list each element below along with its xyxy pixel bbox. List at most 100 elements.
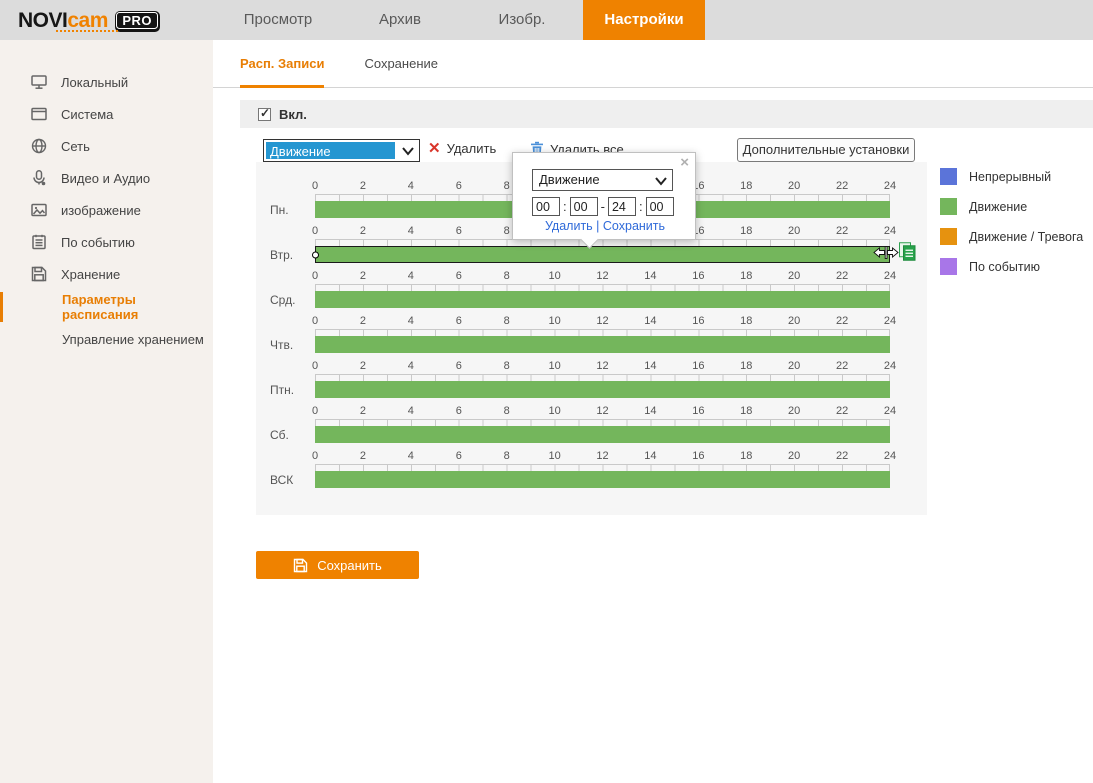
bar-left-handle[interactable] <box>312 251 319 258</box>
legend-row: По событию <box>940 258 1093 275</box>
hour-tick-label: 22 <box>835 315 849 327</box>
chevron-down-icon <box>402 147 414 156</box>
time-ruler: 024681012141618202224 <box>312 450 896 463</box>
tab-record-schedule[interactable]: Расп. Записи <box>240 40 325 88</box>
logo-tagline <box>56 30 118 32</box>
hour-tick-label: 20 <box>788 360 801 372</box>
hour-tick-label: 4 <box>407 450 414 462</box>
delete-label: Удалить <box>446 141 497 156</box>
hour-tick-label: 8 <box>503 450 510 462</box>
close-icon[interactable]: × <box>680 154 689 171</box>
hour-tick-label: 16 <box>692 450 705 462</box>
nav-item-settings[interactable]: Настройки <box>583 0 705 40</box>
schedule-bar[interactable] <box>315 291 890 308</box>
novicam-logo: NOVI cam PRO <box>18 6 160 36</box>
schedule-bar-selected[interactable] <box>312 241 916 263</box>
popup-save-link[interactable]: Сохранить <box>603 219 665 233</box>
legend-label: Непрерывный <box>969 169 1052 184</box>
sidebar-item-label: Сеть <box>61 138 90 154</box>
hour-tick-label: 20 <box>788 225 801 237</box>
hour-tick-label: 20 <box>788 270 801 282</box>
schedule-bar[interactable] <box>315 381 890 398</box>
sidebar-item-network[interactable]: Сеть <box>0 130 213 162</box>
hour-tick-label: 0 <box>311 315 319 327</box>
schedule-bar[interactable] <box>315 336 890 353</box>
sidebar-item-video-audio[interactable]: Видео и Аудио <box>0 162 213 194</box>
hour-tick-label: 6 <box>455 315 462 327</box>
day-label: Срд. <box>270 293 296 307</box>
nav-item-image[interactable]: Изобр. <box>461 0 583 40</box>
hour-tick-label: 18 <box>740 360 753 372</box>
legend-label: По событию <box>969 259 1040 274</box>
sidebar-subitem-schedule-params[interactable]: Параметры расписания <box>0 292 213 322</box>
hour-tick-label: 2 <box>359 225 366 237</box>
nav-item-archive[interactable]: Архив <box>339 0 461 40</box>
hour-tick-label: 4 <box>407 225 414 237</box>
hour-tick-label: 12 <box>596 405 609 417</box>
save-floppy-icon <box>293 558 308 572</box>
sidebar-item-image[interactable]: изображение <box>0 194 213 226</box>
record-type-legend: Непрерывный Движение Движение / Тревога … <box>940 168 1093 288</box>
hour-tick-label: 18 <box>740 450 753 462</box>
sidebar-item-local[interactable]: Локальный <box>0 66 213 98</box>
sidebar-subitem-storage-management[interactable]: Управление хранением <box>0 324 213 354</box>
content-tabs: Расп. Записи Сохранение <box>213 40 1093 88</box>
popup-record-type-select[interactable]: Движение <box>532 169 673 191</box>
sidebar-item-system[interactable]: Система <box>0 98 213 130</box>
advanced-settings-button[interactable]: Дополнительные установки <box>737 138 915 162</box>
hour-tick-label: 4 <box>407 405 414 417</box>
hour-tick-label: 8 <box>503 360 510 372</box>
pro-badge: PRO <box>114 10 160 32</box>
hour-tick-label: 18 <box>740 405 753 417</box>
hour-tick-label: 4 <box>407 180 414 192</box>
hour-tick-label: 22 <box>835 225 849 237</box>
hour-tick-label: 10 <box>548 450 561 462</box>
hour-tick-label: 22 <box>835 360 849 372</box>
tab-saving[interactable]: Сохранение <box>364 40 438 88</box>
schedule-bar[interactable] <box>315 471 890 488</box>
hour-tick-label: 18 <box>740 225 753 237</box>
legend-swatch-continuous <box>940 168 957 185</box>
legend-row: Движение / Тревога <box>940 228 1093 245</box>
time-ruler-ticks <box>315 284 890 291</box>
hour-tick-label: 8 <box>503 180 510 192</box>
end-hour-input[interactable] <box>607 197 636 216</box>
start-hour-input[interactable] <box>532 197 560 216</box>
sidebar-item-event[interactable]: По событию <box>0 226 213 258</box>
popup-delete-link[interactable]: Удалить <box>545 219 593 233</box>
save-button-label: Сохранить <box>317 557 382 573</box>
time-ruler-ticks <box>315 329 890 336</box>
time-ruler-ticks <box>315 419 890 426</box>
sidebar-item-label: По событию <box>61 234 135 250</box>
sidebar-subitem-label: Управление хранением <box>62 331 204 347</box>
colon-separator: : <box>563 199 567 214</box>
hour-tick-label: 8 <box>503 270 510 282</box>
network-globe-icon <box>31 138 47 154</box>
sidebar-item-storage[interactable]: Хранение <box>0 258 213 290</box>
start-minute-input[interactable] <box>569 197 598 216</box>
schedule-row-wed: Срд. 0 2 4 6 8 10 12 14 16 18 20 22 24 <box>256 270 927 315</box>
time-ruler: 024681012141618202224 <box>311 315 896 328</box>
colon-separator: : <box>638 199 643 214</box>
legend-label: Движение / Тревога <box>969 229 1084 244</box>
microphone-icon <box>33 170 46 186</box>
copy-schedule-icon[interactable] <box>898 241 916 266</box>
schedule-bar[interactable] <box>315 426 890 443</box>
legend-row: Непрерывный <box>940 168 1093 185</box>
interval-edit-popup: × Движение : - : Удалить | Сохранить <box>512 152 696 240</box>
legend-swatch-motion-alarm <box>940 228 957 245</box>
delete-button[interactable]: ✕ Удалить <box>428 141 496 156</box>
hour-tick-label: 24 <box>883 450 897 462</box>
event-list-icon <box>32 234 46 250</box>
schedule-row-sat: Сб. 0 2 4 6 8 10 12 14 16 18 20 22 24 <box>256 405 927 450</box>
enable-checkbox[interactable]: ✓ <box>258 106 271 121</box>
nav-item-live-view[interactable]: Просмотр <box>217 0 339 40</box>
enable-label: Вкл. <box>279 106 307 122</box>
record-type-select[interactable]: Движение <box>263 139 420 162</box>
dash-separator: - <box>600 199 605 214</box>
hour-tick-label: 2 <box>359 270 366 282</box>
hour-tick-label: 16 <box>692 270 705 282</box>
end-minute-input[interactable] <box>645 197 674 216</box>
save-button[interactable]: Сохранить <box>256 551 419 579</box>
hour-tick-label: 20 <box>788 315 801 327</box>
